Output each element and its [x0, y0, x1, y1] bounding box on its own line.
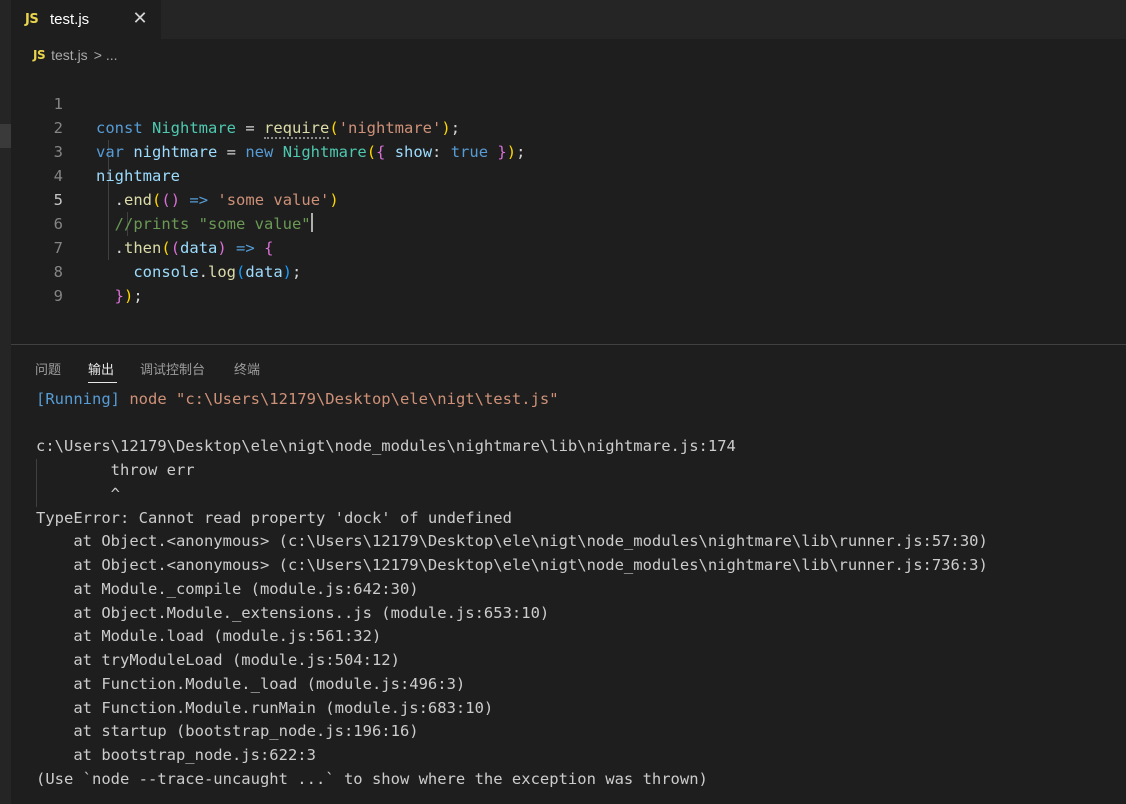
output-line: at Module.load (module.js:561:32) [36, 627, 382, 645]
left-gutter-strip [0, 39, 11, 804]
javascript-file-icon: JS [33, 48, 46, 62]
line-number: 9 [53, 287, 63, 305]
output-line: [Running] node "c:\Users\12179\Desktop\e… [36, 387, 559, 411]
output-line: at startup (bootstrap_node.js:196:16) [36, 722, 419, 740]
output-line: (Use `node --trace-uncaught ...` to show… [36, 770, 708, 788]
tab-title: test.js [50, 11, 90, 28]
code-line[interactable]: 6 .then((data) => { [11, 188, 1126, 257]
output-line: at bootstrap_node.js:622:3 [36, 746, 316, 764]
code-line[interactable]: 1 const Nightmare = require('nightmare')… [11, 68, 1126, 139]
breadcrumb: JS test.js > ... [33, 44, 118, 66]
breadcrumb-more[interactable]: ... [106, 47, 118, 63]
code-line[interactable]: 4 .end(() => 'some value') [11, 140, 1126, 209]
output-line: ^ [36, 485, 120, 503]
output-line: at Module._compile (module.js:642:30) [36, 580, 419, 598]
tab-problems[interactable]: 问题 [35, 359, 61, 378]
running-command: node "c:\Users\12179\Desktop\ele\nigt\te… [120, 390, 559, 408]
code-token: ; [133, 287, 143, 305]
code-line[interactable]: 3 nightmare [11, 116, 1126, 185]
tab-debug-console[interactable]: 调试控制台 [140, 359, 205, 378]
code-line[interactable]: 8 }); [11, 236, 1126, 305]
output-line: TypeError: Cannot read property 'dock' o… [36, 509, 512, 527]
breadcrumb-file[interactable]: test.js [51, 47, 88, 63]
output-line: at Function.Module._load (module.js:496:… [36, 675, 466, 693]
output-panel[interactable]: [Running] node "c:\Users\12179\Desktop\e… [36, 387, 1121, 801]
running-tag: [Running] [36, 390, 120, 408]
active-tab-indicator [88, 382, 117, 383]
tab-test-js[interactable]: JS test.js ✕ [11, 0, 161, 39]
vscode-window: JS test.js ✕ JS test.js > ... 1 const Ni… [0, 0, 1126, 804]
output-line: throw err [36, 461, 195, 479]
code-line[interactable]: 7 console.log(data); [11, 212, 1126, 281]
code-line[interactable]: 2 var nightmare = new Nightmare({ show: … [11, 92, 1126, 161]
code-token: ) [124, 287, 134, 305]
output-line: c:\Users\12179\Desktop\ele\nigt\node_mod… [36, 437, 736, 455]
code-editor[interactable]: 1 const Nightmare = require('nightmare')… [11, 68, 1126, 344]
gutter-marker [0, 124, 11, 148]
panel-tab-bar: 问题 输出 调试控制台 终端 [11, 345, 1126, 385]
code-line[interactable]: 9 [11, 260, 1126, 305]
tab-output[interactable]: 输出 [88, 359, 114, 378]
chevron-right-icon: > [93, 47, 102, 63]
close-icon[interactable]: ✕ [129, 8, 151, 30]
code-token: } [114, 287, 125, 305]
output-line: at Object.<anonymous> (c:\Users\12179\De… [36, 532, 988, 550]
code-line[interactable]: 5 //prints "some value" [11, 164, 1126, 233]
output-line: at Object.<anonymous> (c:\Users\12179\De… [36, 556, 988, 574]
editor-tab-bar: JS test.js ✕ [0, 0, 1126, 39]
javascript-file-icon: JS [25, 12, 39, 27]
tab-terminal[interactable]: 终端 [234, 359, 260, 378]
output-line: at Object.Module._extensions..js (module… [36, 604, 550, 622]
output-line: at tryModuleLoad (module.js:504:12) [36, 651, 400, 669]
output-line: at Function.Module.runMain (module.js:68… [36, 699, 494, 717]
